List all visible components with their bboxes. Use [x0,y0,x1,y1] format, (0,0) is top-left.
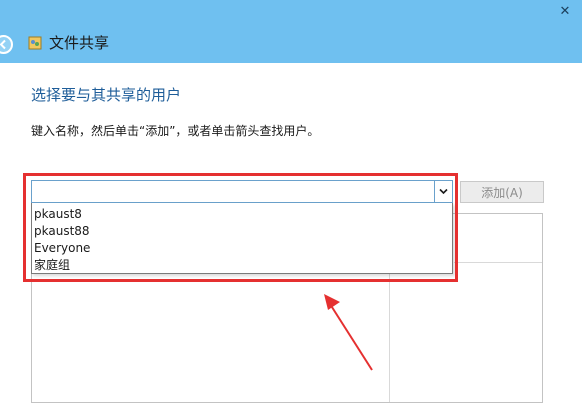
instruction-text: 键入名称，然后单击“添加”，或者单击箭头查找用户。 [31,124,320,138]
dropdown-option-everyone[interactable]: Everyone [32,240,452,257]
window-title: 文件共享 [49,34,110,52]
file-share-icon [28,36,42,50]
close-button[interactable]: ✕ [548,0,582,22]
back-arrow-icon [0,39,6,50]
red-arrow-annotation [324,294,373,371]
back-button[interactable] [0,35,13,54]
list-column-header [454,242,542,263]
dropdown-option-pkaust8[interactable]: pkaust8 [32,206,452,223]
add-button[interactable]: 添加(A) [460,181,544,203]
user-name-input[interactable] [34,182,436,201]
window-titlebar: ✕ 文件共享 [0,0,582,63]
user-dropdown-list: pkaust8 pkaust88 Everyone 家庭组 [31,203,453,274]
user-name-combobox[interactable] [31,180,453,203]
dropdown-toggle-button[interactable] [434,181,452,202]
chevron-down-icon [439,188,448,195]
dropdown-option-pkaust88[interactable]: pkaust88 [32,223,452,240]
page-heading: 选择要与其共享的用户 [31,86,182,104]
dropdown-option-homegroup[interactable]: 家庭组 [32,257,452,274]
